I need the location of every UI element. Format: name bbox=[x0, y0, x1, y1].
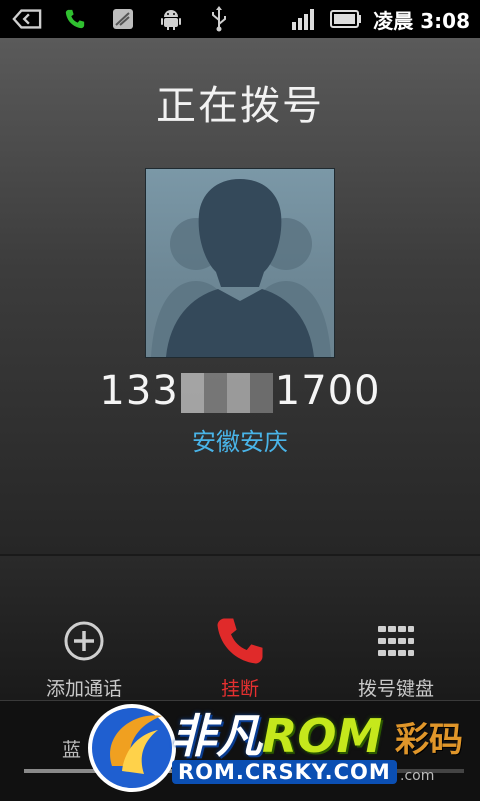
add-circle-icon bbox=[64, 621, 104, 661]
call-controls: 添加通话 挂断 拨号键盘 bbox=[0, 556, 480, 700]
phone-call-icon bbox=[60, 6, 90, 32]
watermark-brand: 非凡ROM bbox=[170, 700, 382, 766]
watermark-brand-a: 非凡 bbox=[170, 709, 262, 763]
signal-icon bbox=[289, 6, 319, 32]
caller-location: 安徽安庆 bbox=[192, 428, 288, 456]
watermark-brand-b: ROM bbox=[262, 709, 383, 763]
battery-icon bbox=[329, 6, 363, 32]
phone-number: 133 1700 bbox=[0, 368, 480, 414]
call-status-title: 正在拨号 bbox=[156, 83, 324, 129]
end-call-icon bbox=[217, 618, 263, 664]
android-debug-icon bbox=[156, 6, 186, 32]
contact-avatar bbox=[145, 168, 335, 358]
add-call-button[interactable]: 添加通话 bbox=[4, 616, 164, 701]
phone-number-prefix: 133 bbox=[99, 368, 179, 414]
hang-up-button[interactable]: 挂断 bbox=[160, 616, 320, 701]
status-bar: 凌晨 3:08 bbox=[0, 0, 480, 38]
watermark-side-url: .com bbox=[400, 768, 435, 784]
dialpad-button[interactable]: 拨号键盘 bbox=[316, 616, 476, 701]
dialpad-label: 拨号键盘 bbox=[357, 678, 434, 700]
hang-up-label: 挂断 bbox=[220, 678, 259, 700]
status-time: 凌晨 3:08 bbox=[373, 8, 470, 33]
back-arrow-icon[interactable] bbox=[12, 6, 42, 32]
usb-icon bbox=[204, 6, 234, 32]
watermark-side-text: 彩码 bbox=[395, 720, 463, 760]
sms-icon bbox=[108, 6, 138, 32]
bluetooth-label[interactable]: 蓝 bbox=[62, 735, 81, 762]
watermark-url: ROM.CRSKY.COM bbox=[172, 760, 397, 784]
number-redaction bbox=[180, 373, 273, 413]
dialpad-icon bbox=[378, 626, 414, 656]
phone-number-suffix: 1700 bbox=[274, 368, 381, 414]
call-info-panel: 正在拨号 133 1700 安徽安庆 bbox=[0, 38, 480, 554]
watermark-logo-icon bbox=[82, 696, 182, 796]
